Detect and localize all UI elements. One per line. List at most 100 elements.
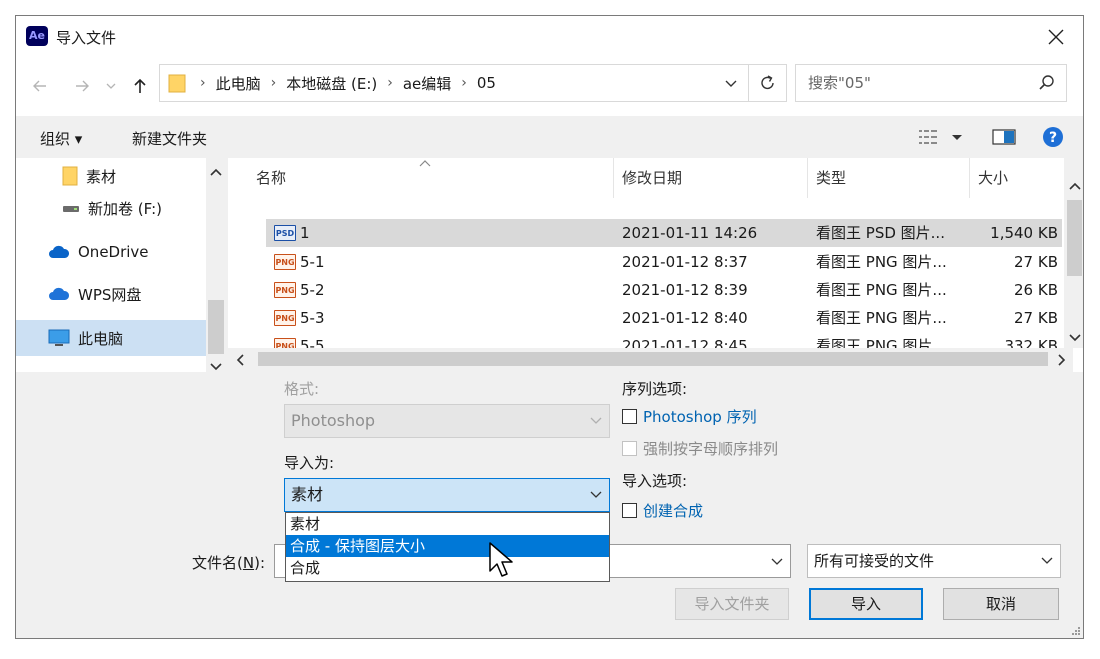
import-as-select[interactable]: 素材 xyxy=(284,478,610,512)
png-file-icon: PNG xyxy=(274,254,296,270)
view-options-dropdown[interactable] xyxy=(950,128,964,150)
file-type: 看图王 PSD 图片... xyxy=(816,224,945,242)
import-button[interactable]: 导入 xyxy=(809,588,923,620)
file-date: 2021-01-12 8:39 xyxy=(622,281,748,299)
search-box[interactable]: 搜索"05" xyxy=(795,64,1067,102)
scroll-left-icon[interactable] xyxy=(232,351,250,369)
cancel-button[interactable]: 取消 xyxy=(943,588,1059,620)
create-composition-checkbox[interactable]: 创建合成 xyxy=(622,500,703,521)
file-size: 27 KB xyxy=(1014,253,1058,271)
sidebar-scrollbar[interactable] xyxy=(206,158,226,372)
arrow-left-icon xyxy=(33,80,46,92)
refresh-icon xyxy=(761,75,774,90)
organize-menu-button[interactable]: 组织 ▾ xyxy=(40,128,82,149)
file-list-scroll-thumb[interactable] xyxy=(1067,200,1082,276)
column-header-name[interactable]: 名称 xyxy=(248,158,614,198)
folder-icon xyxy=(62,166,78,186)
folder-icon xyxy=(168,74,186,93)
scroll-down-icon[interactable] xyxy=(1066,328,1084,346)
column-header-size[interactable]: 大小 xyxy=(970,158,1062,198)
checkbox-box[interactable] xyxy=(622,503,637,518)
refresh-button[interactable] xyxy=(748,65,786,101)
force-alphabetical-checkbox: 强制按字母顺序排列 xyxy=(622,438,778,459)
sidebar-item-label: 素材 xyxy=(86,167,117,186)
import-as-option-composition[interactable]: 合成 xyxy=(286,557,609,579)
checkbox-box[interactable] xyxy=(622,409,637,424)
sidebar-item-label: 此电脑 xyxy=(78,329,124,348)
file-list-vertical-scrollbar[interactable] xyxy=(1064,158,1084,348)
sidebar-item-material[interactable]: 素材 xyxy=(16,158,206,194)
table-row[interactable]: PSD 1 2021-01-11 14:26 看图王 PSD 图片... 1,5… xyxy=(228,219,1062,247)
command-toolbar: 组织 ▾ 新建文件夹 ? xyxy=(16,116,1083,158)
column-header-modified[interactable]: 修改日期 xyxy=(614,158,808,198)
forward-button[interactable] xyxy=(72,76,92,96)
scroll-up-icon[interactable] xyxy=(1066,178,1084,196)
table-row[interactable]: PNG 5-1 2021-01-12 8:37 看图王 PNG 图片... 27… xyxy=(228,248,1062,276)
scroll-down-icon[interactable] xyxy=(207,362,225,372)
breadcrumb-separator-icon: › xyxy=(270,75,277,91)
column-header-type[interactable]: 类型 xyxy=(808,158,970,198)
sidebar-scroll-thumb[interactable] xyxy=(208,300,224,354)
import-as-option-footage[interactable]: 素材 xyxy=(286,513,609,535)
file-size: 1,540 KB xyxy=(990,224,1058,242)
search-input[interactable]: 搜索"05" xyxy=(808,65,871,101)
horizontal-scroll-thumb[interactable] xyxy=(258,352,1048,366)
scroll-right-icon[interactable] xyxy=(1052,351,1070,369)
filename-label-prefix: 文件名( xyxy=(192,554,243,572)
file-name: 5-3 xyxy=(300,309,325,327)
chevron-down-icon xyxy=(1041,557,1053,564)
format-select: Photoshop xyxy=(284,404,610,438)
sidebar-item-this-pc[interactable]: 此电脑 xyxy=(16,320,206,356)
file-type: 看图王 PNG 图片... xyxy=(816,253,947,271)
breadcrumb-item-05[interactable]: 05 xyxy=(471,74,502,92)
search-icon xyxy=(1039,75,1054,90)
file-date: 2021-01-11 14:26 xyxy=(622,224,758,242)
table-row[interactable]: PNG 5-2 2021-01-12 8:39 看图王 PNG 图片... 26… xyxy=(228,276,1062,304)
filename-label-suffix: ): xyxy=(254,554,265,572)
cloud-icon xyxy=(49,245,70,258)
png-file-icon: PNG xyxy=(274,310,296,326)
file-date: 2021-01-12 8:37 xyxy=(622,253,748,271)
close-button[interactable] xyxy=(1041,22,1071,52)
navigation-bar: › 此电脑 › 本地磁盘 (E:) › ae编辑 › 05 搜索"05" xyxy=(16,60,1083,116)
create-composition-label: 创建合成 xyxy=(643,502,704,520)
sidebar-item-onedrive[interactable]: OneDrive xyxy=(16,234,206,270)
breadcrumb-item-this-pc[interactable]: 此电脑 xyxy=(210,73,267,94)
breadcrumb-item-ae-edit[interactable]: ae编辑 xyxy=(397,73,457,94)
filename-label-accesskey: N xyxy=(242,554,255,572)
sidebar-item-new-volume[interactable]: 新加卷 (F:) xyxy=(16,190,206,226)
import-as-option-comp-retain-layer-sizes[interactable]: 合成 - 保持图层大小 xyxy=(286,535,609,557)
file-type-filter-select[interactable]: 所有可接受的文件 xyxy=(807,544,1061,578)
sidebar-item-label: WPS网盘 xyxy=(78,285,142,304)
scroll-up-icon[interactable] xyxy=(207,164,225,182)
table-row[interactable]: PNG 5-3 2021-01-12 8:40 看图王 PNG 图片... 27… xyxy=(228,304,1062,332)
filename-label: 文件名(N): xyxy=(192,552,265,573)
after-effects-app-icon: Ae xyxy=(26,26,48,46)
title-bar: Ae 导入文件 xyxy=(16,16,1083,60)
preview-pane-icon xyxy=(992,129,1016,145)
up-button[interactable] xyxy=(130,76,150,96)
address-bar[interactable]: › 此电脑 › 本地磁盘 (E:) › ae编辑 › 05 xyxy=(159,64,787,102)
resize-grip-icon[interactable] xyxy=(1069,624,1081,636)
photoshop-sequence-label: Photoshop 序列 xyxy=(643,408,757,426)
breadcrumb-item-local-disk[interactable]: 本地磁盘 (E:) xyxy=(280,73,383,94)
help-button[interactable]: ? xyxy=(1042,126,1064,152)
chevron-down-icon xyxy=(590,417,602,424)
back-button[interactable] xyxy=(30,76,50,96)
preview-pane-button[interactable] xyxy=(992,128,1016,150)
recent-locations-button[interactable] xyxy=(104,76,118,96)
address-history-dropdown[interactable] xyxy=(716,65,746,101)
psd-file-icon: PSD xyxy=(274,225,296,241)
photoshop-sequence-checkbox[interactable]: Photoshop 序列 xyxy=(622,406,757,427)
format-label: 格式: xyxy=(284,380,320,398)
view-options-button[interactable] xyxy=(918,128,942,150)
import-options-label: 导入选项: xyxy=(622,472,688,490)
new-folder-button[interactable]: 新建文件夹 xyxy=(132,128,207,149)
chevron-down-icon[interactable] xyxy=(770,557,784,567)
sidebar-item-wps-cloud[interactable]: WPS网盘 xyxy=(16,276,206,312)
sidebar-item-label: 新加卷 (F:) xyxy=(88,199,162,218)
file-list-horizontal-scrollbar[interactable] xyxy=(228,348,1073,372)
window-title: 导入文件 xyxy=(56,29,117,47)
format-value: Photoshop xyxy=(291,411,376,430)
import-as-label: 导入为: xyxy=(284,454,335,472)
